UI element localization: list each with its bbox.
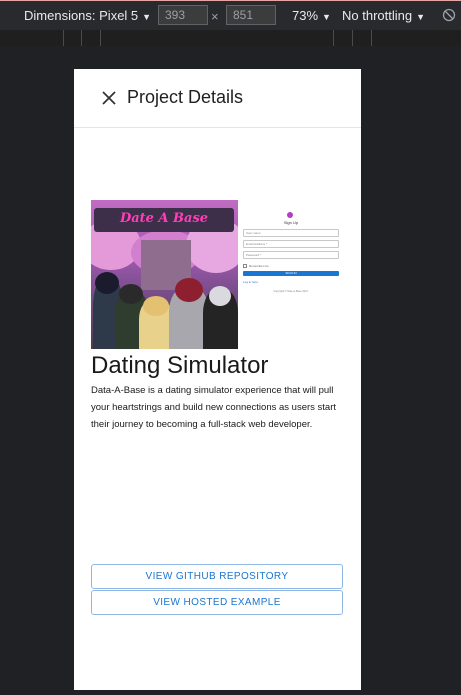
- ruler-tick: [333, 30, 334, 46]
- project-title: Dating Simulator: [91, 352, 269, 379]
- game-logo-banner: Date A Base: [94, 208, 234, 232]
- chevron-down-icon: ▼: [322, 12, 331, 22]
- ruler-tick: [81, 30, 82, 46]
- signup-field: User name: [243, 229, 339, 237]
- signup-field-label: User name: [246, 231, 261, 235]
- signup-title: Sign Up: [283, 220, 299, 225]
- ruler-tick: [352, 30, 353, 46]
- character-hair: [143, 296, 169, 316]
- dimensions-label: Dimensions: Pixel 5: [24, 8, 139, 23]
- signup-field-label: Password *: [246, 253, 262, 257]
- character-hair: [95, 272, 119, 294]
- lock-avatar-icon: [287, 212, 293, 218]
- remember-label: Remember me: [249, 264, 269, 268]
- close-icon[interactable]: [101, 90, 117, 106]
- chevron-down-icon: ▼: [142, 12, 152, 22]
- dialog-header: Project Details: [74, 69, 361, 128]
- project-description: Data-A-Base is a dating simulator experi…: [91, 385, 337, 430]
- device-screen: Project Details Date A Base Sign Up User…: [74, 69, 361, 690]
- zoom-dropdown[interactable]: 73% ▼: [292, 8, 331, 23]
- throttling-dropdown[interactable]: No throttling ▼: [342, 8, 425, 23]
- chevron-down-icon: ▼: [416, 12, 426, 22]
- ruler-tick: [63, 30, 64, 46]
- devtools-device-toolbar: Dimensions: Pixel 5 ▼ 393 × 851 73% ▼ No t…: [0, 0, 461, 30]
- signup-button-label: SIGN IN: [285, 271, 297, 275]
- signup-button-preview: SIGN IN: [243, 271, 339, 276]
- character-hair: [119, 284, 143, 304]
- character-hair: [175, 278, 203, 302]
- rotate-icon[interactable]: [442, 8, 456, 22]
- dimensions-dropdown[interactable]: Dimensions: Pixel 5 ▼: [24, 8, 151, 23]
- signup-field: Email Address *: [243, 240, 339, 248]
- game-logo-text: Date A Base: [119, 211, 209, 226]
- throttling-label: No throttling: [342, 8, 413, 23]
- ruler-tick: [100, 30, 101, 46]
- checkbox-icon: [243, 264, 247, 268]
- project-screenshot-signup: Sign Up User name Email Address * Passwo…: [240, 205, 342, 300]
- times-icon: ×: [211, 9, 219, 24]
- view-hosted-button[interactable]: VIEW HOSTED EXAMPLE: [91, 590, 343, 615]
- height-input[interactable]: 851: [226, 5, 276, 25]
- signup-field: Password *: [243, 251, 339, 259]
- dialog-title: Project Details: [127, 87, 244, 107]
- width-input[interactable]: 393: [158, 5, 208, 25]
- signup-link: Log in here: [243, 280, 259, 284]
- view-github-button[interactable]: VIEW GITHUB REPOSITORY: [91, 564, 343, 589]
- zoom-label: 73%: [292, 8, 319, 23]
- ruler-tick: [371, 30, 372, 46]
- signup-field-label: Email Address *: [246, 242, 268, 246]
- character-hair: [209, 286, 231, 306]
- media-query-ruler: [0, 30, 461, 47]
- signup-footer: Copyright © Date-A-Base 2021.: [273, 290, 309, 293]
- project-screenshot-game: Date A Base: [91, 200, 238, 349]
